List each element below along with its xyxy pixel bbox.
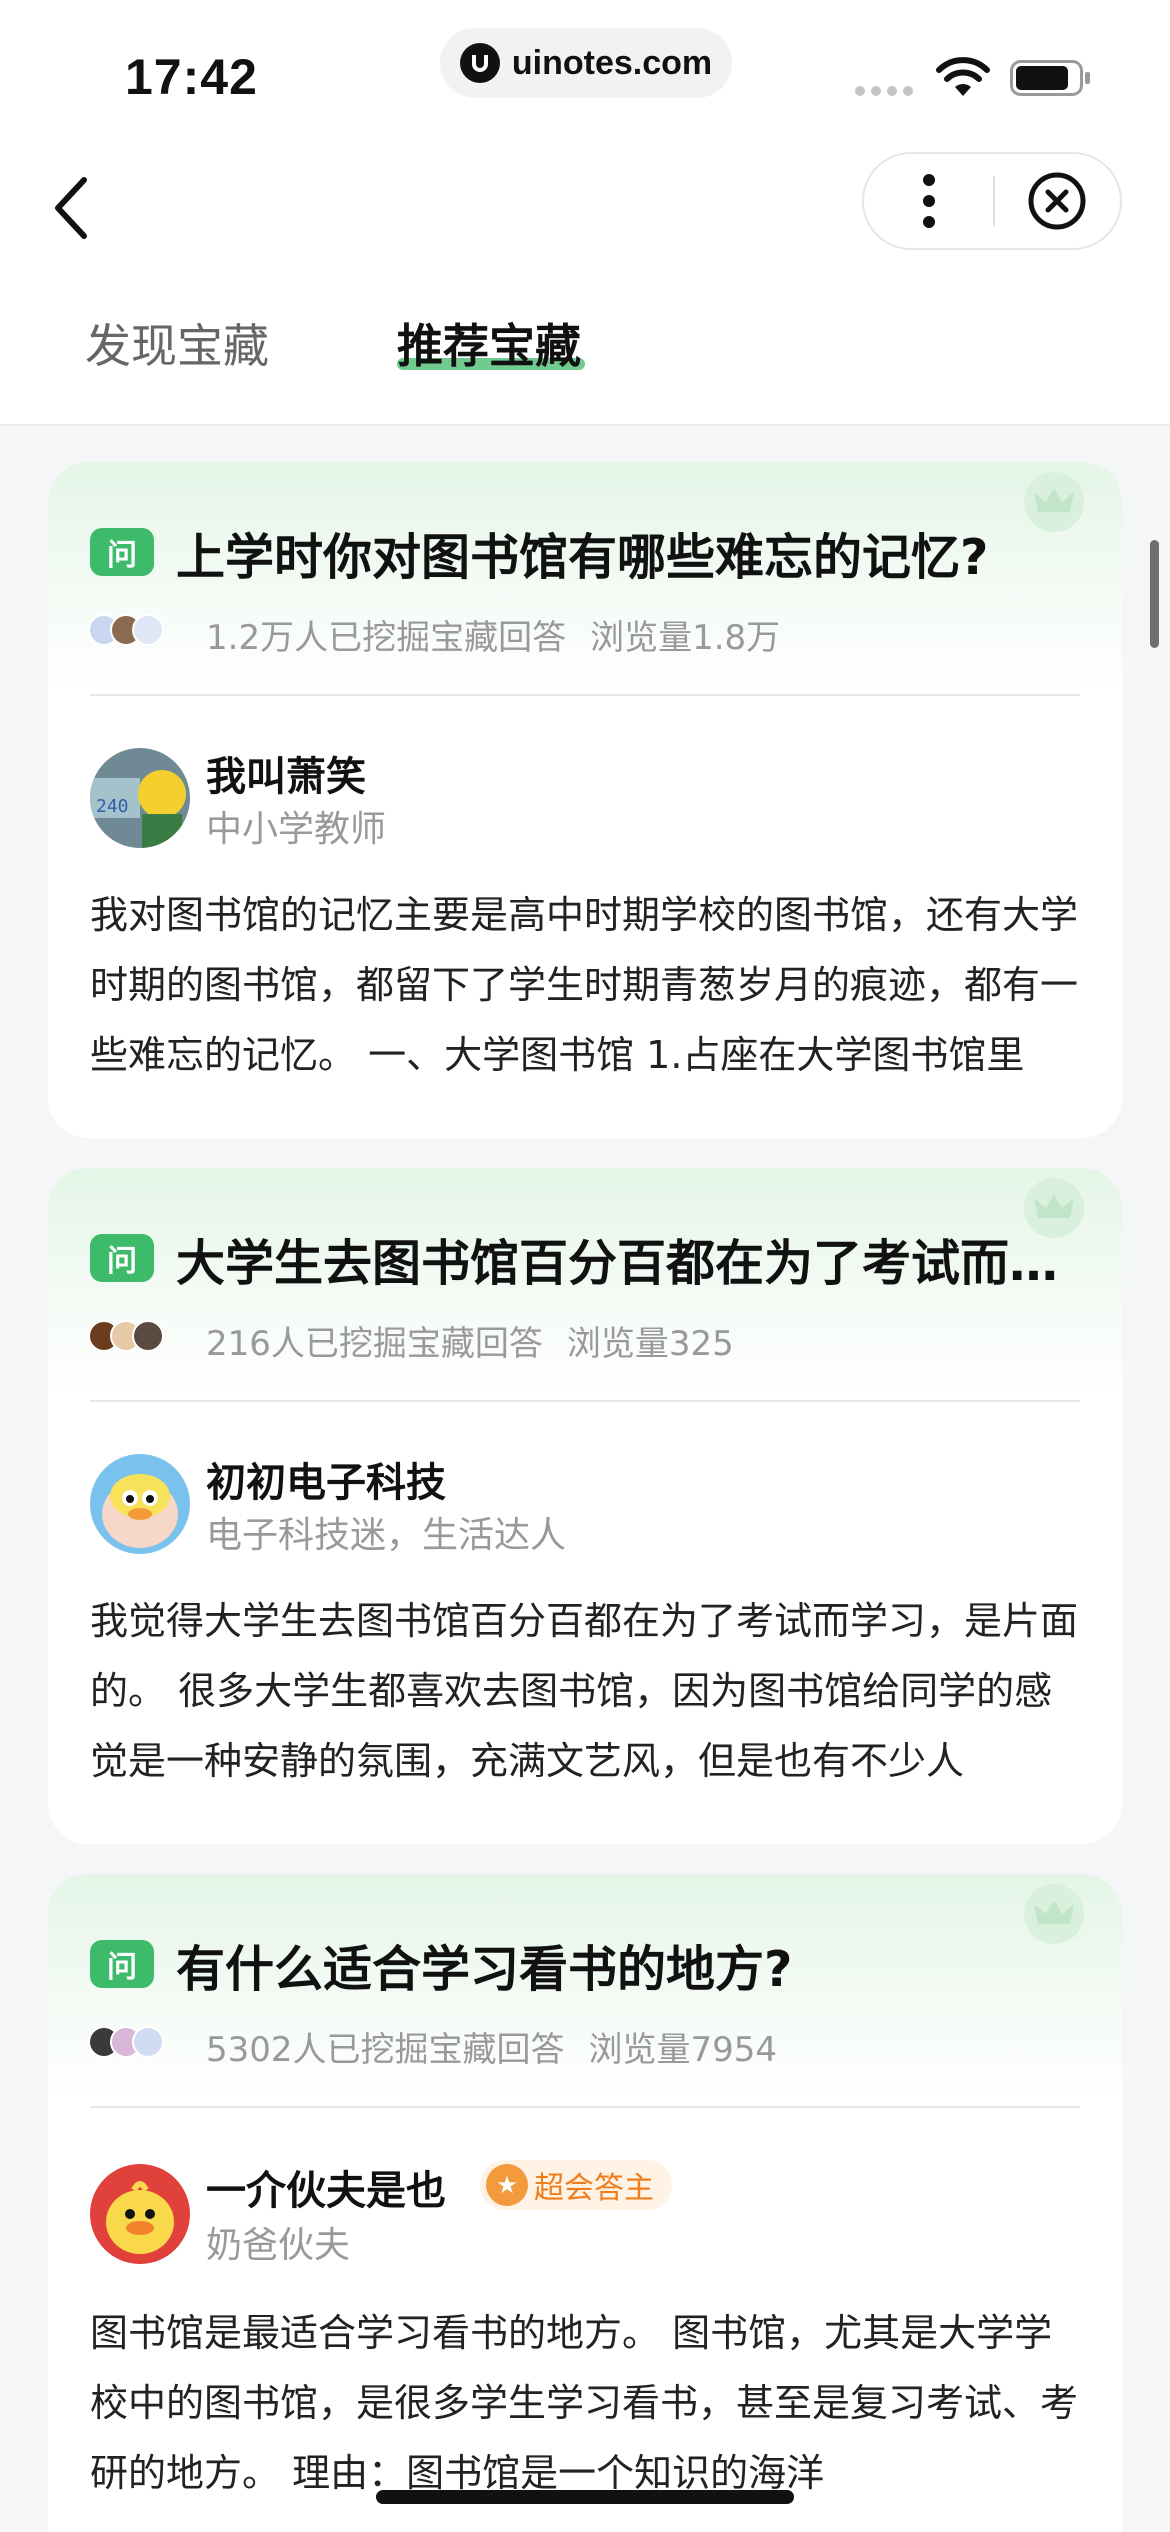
chevron-left-icon [55, 177, 87, 239]
super-answerer-badge: ★ 超会答主 [480, 2160, 672, 2210]
view-count: 浏览量1.8万 [590, 618, 781, 658]
close-button[interactable] [995, 154, 1120, 248]
digger-avatars [88, 1320, 178, 1356]
site-logo-icon [459, 43, 500, 83]
author-role: 电子科技迷，生活达人 [206, 1515, 567, 1556]
super-answerer-label: 超会答主 [534, 2171, 654, 2206]
close-circle-icon [1028, 172, 1086, 230]
wifi-icon [936, 57, 990, 96]
url-pill[interactable]: uinotes.com [440, 28, 732, 98]
status-bar: 17:42 uinotes.com [0, 0, 1170, 140]
question-title[interactable]: 上学时你对图书馆有哪些难忘的记忆? [176, 518, 1062, 589]
card-divider [90, 694, 1080, 696]
avatar[interactable] [90, 1454, 190, 1554]
author-name[interactable]: 一介伙夫是也 [206, 2158, 446, 2216]
answer-excerpt[interactable]: 我觉得大学生去图书馆百分百都在为了考试而学习，是片面的。 很多大学生都喜欢去图书… [90, 1586, 1082, 1796]
tab-recommend-label: 推荐宝藏 [397, 319, 581, 373]
digger-avatars [88, 2026, 178, 2062]
question-meta: 5302人已挖掘宝藏回答 浏览量7954 [206, 2022, 777, 2071]
digger-count: 1.2万人已挖掘宝藏回答 [206, 618, 567, 658]
answer-excerpt[interactable]: 我对图书馆的记忆主要是高中时期学校的图书馆，还有大学时期的图书馆，都留下了学生时… [90, 880, 1082, 1090]
answer-excerpt[interactable]: 图书馆是最适合学习看书的地方。 图书馆，尤其是大学学校中的图书馆，是很多学生学习… [90, 2298, 1082, 2508]
signal-icon [855, 86, 913, 96]
digger-count: 5302人已挖掘宝藏回答 [206, 2030, 565, 2070]
question-badge: 问 [90, 528, 154, 576]
digger-avatars [88, 614, 178, 650]
card-divider [90, 1400, 1080, 1402]
url-text: uinotes.com [511, 43, 713, 82]
question-badge: 问 [90, 1940, 154, 1988]
view-count: 浏览量325 [566, 1324, 734, 1364]
question-badge: 问 [90, 1234, 154, 1282]
medal-icon: ★ [486, 2164, 528, 2206]
question-card[interactable]: 问 上学时你对图书馆有哪些难忘的记忆? 1.2万人已挖掘宝藏回答 浏览量1.8万 … [48, 462, 1122, 1138]
avatar[interactable]: 240 [90, 748, 190, 848]
author-name[interactable]: 我叫萧笑 [206, 744, 366, 802]
back-button[interactable] [40, 168, 100, 248]
avatar[interactable] [90, 2164, 190, 2264]
status-time: 17:42 [125, 49, 258, 105]
svg-text:240: 240 [96, 796, 129, 817]
question-card[interactable]: 问 大学生去图书馆百分百都在为了考试而学习吗？ 216人已挖掘宝藏回答浏览量32… [48, 1168, 1122, 1844]
mini-program-capsule [862, 152, 1122, 250]
scrollbar[interactable] [1150, 540, 1159, 648]
tab-discover[interactable]: 发现宝藏 [85, 310, 269, 376]
battery-icon [1010, 60, 1090, 96]
author-role: 奶爸伙夫 [206, 2225, 351, 2266]
question-meta: 1.2万人已挖掘宝藏回答 浏览量1.8万 [206, 610, 780, 659]
question-title[interactable]: 有什么适合学习看书的地方? [176, 1930, 1062, 2001]
tab-bar: 发现宝藏 推荐宝藏 [0, 270, 1170, 426]
digger-count: 216人已挖掘宝藏回答 [206, 1324, 543, 1364]
home-indicator[interactable] [376, 2490, 794, 2504]
more-vertical-icon [922, 174, 935, 228]
author-role: 中小学教师 [206, 809, 387, 850]
tab-recommend[interactable]: 推荐宝藏 [397, 310, 581, 376]
nav-bar [0, 140, 1170, 270]
question-card[interactable]: 问 有什么适合学习看书的地方? 5302人已挖掘宝藏回答 浏览量7954 一介伙夫… [48, 1874, 1122, 2532]
view-count: 浏览量7954 [588, 2030, 778, 2070]
question-meta: 216人已挖掘宝藏回答 浏览量325 [206, 1316, 734, 1365]
card-divider [90, 2106, 1080, 2108]
more-button[interactable] [864, 154, 993, 248]
author-name[interactable]: 初初电子科技 [206, 1450, 446, 1508]
question-title[interactable]: 大学生去图书馆百分百都在为了考试而学习吗？ [176, 1224, 1062, 1295]
